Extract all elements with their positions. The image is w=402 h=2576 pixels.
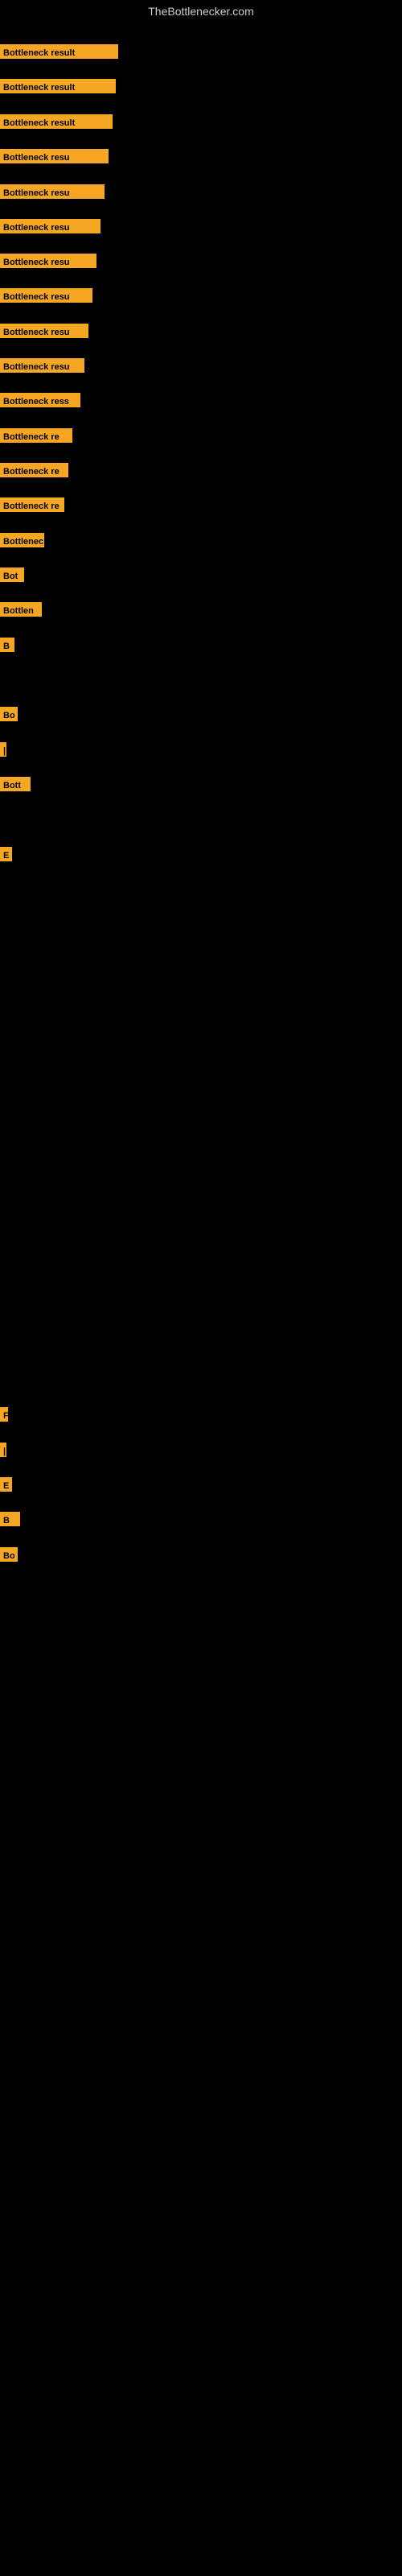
bar-label: Bottleneck resu [0,358,84,373]
bar-label: B [0,638,14,652]
bar-row: Bottleneck resu [0,288,92,303]
bar-row: E [0,1477,12,1492]
bar-row: Bottleneck re [0,428,72,443]
bar-row: B [0,1512,20,1526]
bar-label: B [0,1512,20,1526]
bar-label: Bottleneck resu [0,219,100,233]
bar-label: Bottlen [0,602,42,617]
bar-label: Bottleneck re [0,497,64,512]
bar-row: Bottleneck result [0,79,116,93]
bar-label: Bot [0,568,24,582]
bar-label: Bo [0,707,18,721]
bar-row: F [0,1407,8,1422]
bar-row: | [0,742,6,757]
bar-label: Bottleneck re [0,428,72,443]
bar-label: Bottleneck resu [0,324,88,338]
bar-label: Bo [0,1547,18,1562]
bar-label: Bottleneck ress [0,393,80,407]
bar-row: Bottleneck resu [0,324,88,338]
bar-label: E [0,847,12,861]
bar-row: Bottleneck re [0,463,68,477]
bar-row: Bottleneck ress [0,393,80,407]
bar-label: E [0,1477,12,1492]
bar-label: Bottleneck re [0,463,68,477]
bar-row: B [0,638,14,652]
bar-row: E [0,847,12,861]
bar-label: Bottleneck resu [0,288,92,303]
bar-label: Bott [0,777,31,791]
bar-row: | [0,1443,6,1457]
bar-row: Bottleneck resu [0,358,84,373]
bar-row: Bottlenec [0,533,44,547]
bar-row: Bo [0,1547,18,1562]
bar-label: Bottleneck result [0,79,116,93]
bar-label: Bottleneck result [0,44,118,59]
bar-row: Bo [0,707,18,721]
bar-row: Bottleneck re [0,497,64,512]
bar-row: Bott [0,777,31,791]
bar-label: Bottleneck resu [0,184,105,199]
bar-row: Bottlen [0,602,42,617]
bar-label: F [0,1407,8,1422]
bar-label: | [0,1443,6,1457]
bar-row: Bottleneck resu [0,149,109,163]
bar-row: Bottleneck resu [0,254,96,268]
site-title: TheBottlenecker.com [0,0,402,23]
bar-row: Bottleneck resu [0,184,105,199]
bar-row: Bottleneck resu [0,219,100,233]
bar-label: Bottlenec [0,533,44,547]
bar-row: Bottleneck result [0,44,118,59]
bar-label: Bottleneck resu [0,149,109,163]
bar-label: | [0,742,6,757]
bar-row: Bot [0,568,24,582]
bar-label: Bottleneck result [0,114,113,129]
bar-label: Bottleneck resu [0,254,96,268]
bar-row: Bottleneck result [0,114,113,129]
